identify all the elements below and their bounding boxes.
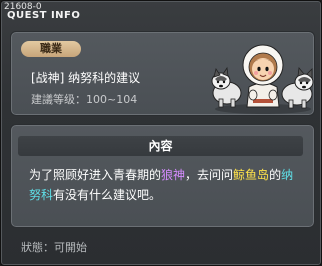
quest-description: 为了照顾好进入青春期的狼神，去问问鲸鱼岛的纳努科有没有什么建议吧。 [29, 165, 299, 205]
desc-text: 的 [269, 168, 282, 182]
desc-highlight-npc-wolf: 狼神 [161, 168, 186, 182]
quest-status: 狀態：可開始 [21, 241, 87, 254]
desc-text: 为了照顾好进入青春期的 [29, 168, 162, 182]
content-header: 內容 [18, 136, 303, 156]
npc-portrait-icon [211, 44, 314, 114]
window-title: QUEST INFO [7, 10, 81, 21]
desc-text: 有没有什么建议吧。 [53, 188, 162, 202]
quest-level: 建議等级：100~104 [31, 93, 138, 106]
desc-highlight-location: 鲸鱼岛 [233, 168, 270, 182]
quest-category-badge: 職業 [21, 41, 81, 57]
quest-name: [战神] 纳努科的建议 [31, 71, 141, 85]
husky-dog-right-icon [281, 67, 314, 109]
quest-info-window: 21608-0 QUEST INFO 職業 [战神] 纳努科的建议 建議等级：1… [0, 0, 322, 266]
husky-dog-left-icon [211, 66, 242, 108]
desc-text: ，去问问 [185, 168, 234, 182]
eskimo-kid-icon [242, 44, 284, 108]
